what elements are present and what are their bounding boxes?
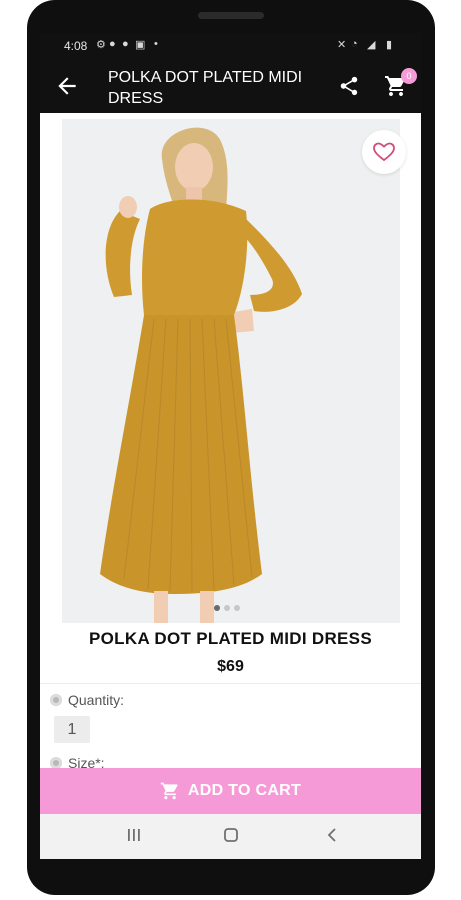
quantity-radio-icon [50,694,62,706]
add-to-cart-button[interactable]: ADD TO CART [40,768,421,814]
facebook-icon: ● [122,38,129,50]
carousel-dot[interactable] [214,605,220,611]
battery-icon: ▮ [386,39,393,51]
page-title: POLKA DOT PLATED MIDI DRESS [108,69,303,107]
divider [40,683,421,684]
home-icon[interactable] [223,827,239,843]
recent-apps-icon[interactable] [126,827,142,843]
carousel-dot[interactable] [224,605,230,611]
cart-badge: 0 [401,68,417,84]
cart-icon [160,782,178,800]
wifi-icon: ◔ [351,38,358,50]
product-image[interactable] [62,119,400,623]
dot-icon: • [154,38,158,50]
heart-icon [373,142,395,162]
product-name: POLKA DOT PLATED MIDI DRESS [89,629,372,648]
add-to-cart-label: ADD TO CART [187,782,302,799]
carousel-dot[interactable] [234,605,240,611]
system-nav-bar [40,814,421,859]
screen: 4:08 ⚙ ● ● ▣ • ✕ ◔ ◢ ▮ POLKA DOT PLATED … [40,33,421,859]
back-arrow-icon [58,77,76,95]
quantity-input[interactable]: 1 [54,716,90,743]
signal-icon: ◢ [367,39,376,51]
share-button[interactable] [338,75,360,102]
product-photo [62,119,400,623]
speaker-grill [198,12,264,19]
quantity-label: Quantity: [68,692,125,708]
settings-icon: ⚙ [96,39,106,51]
status-time: 4:08 [64,39,88,53]
github-icon: ● [109,38,116,50]
image-carousel-indicator [214,605,240,611]
product-price: $69 [217,658,244,675]
back-button[interactable] [54,73,80,99]
status-bar: 4:08 ⚙ ● ● ▣ • ✕ ◔ ◢ ▮ [40,33,421,59]
gallery-icon: ▣ [135,39,146,51]
app-bar: POLKA DOT PLATED MIDI DRESS 0 [40,59,421,113]
favorite-button[interactable] [362,130,406,174]
nav-back-icon[interactable] [324,827,340,843]
mute-icon: ✕ [337,39,347,51]
share-icon [340,76,358,96]
